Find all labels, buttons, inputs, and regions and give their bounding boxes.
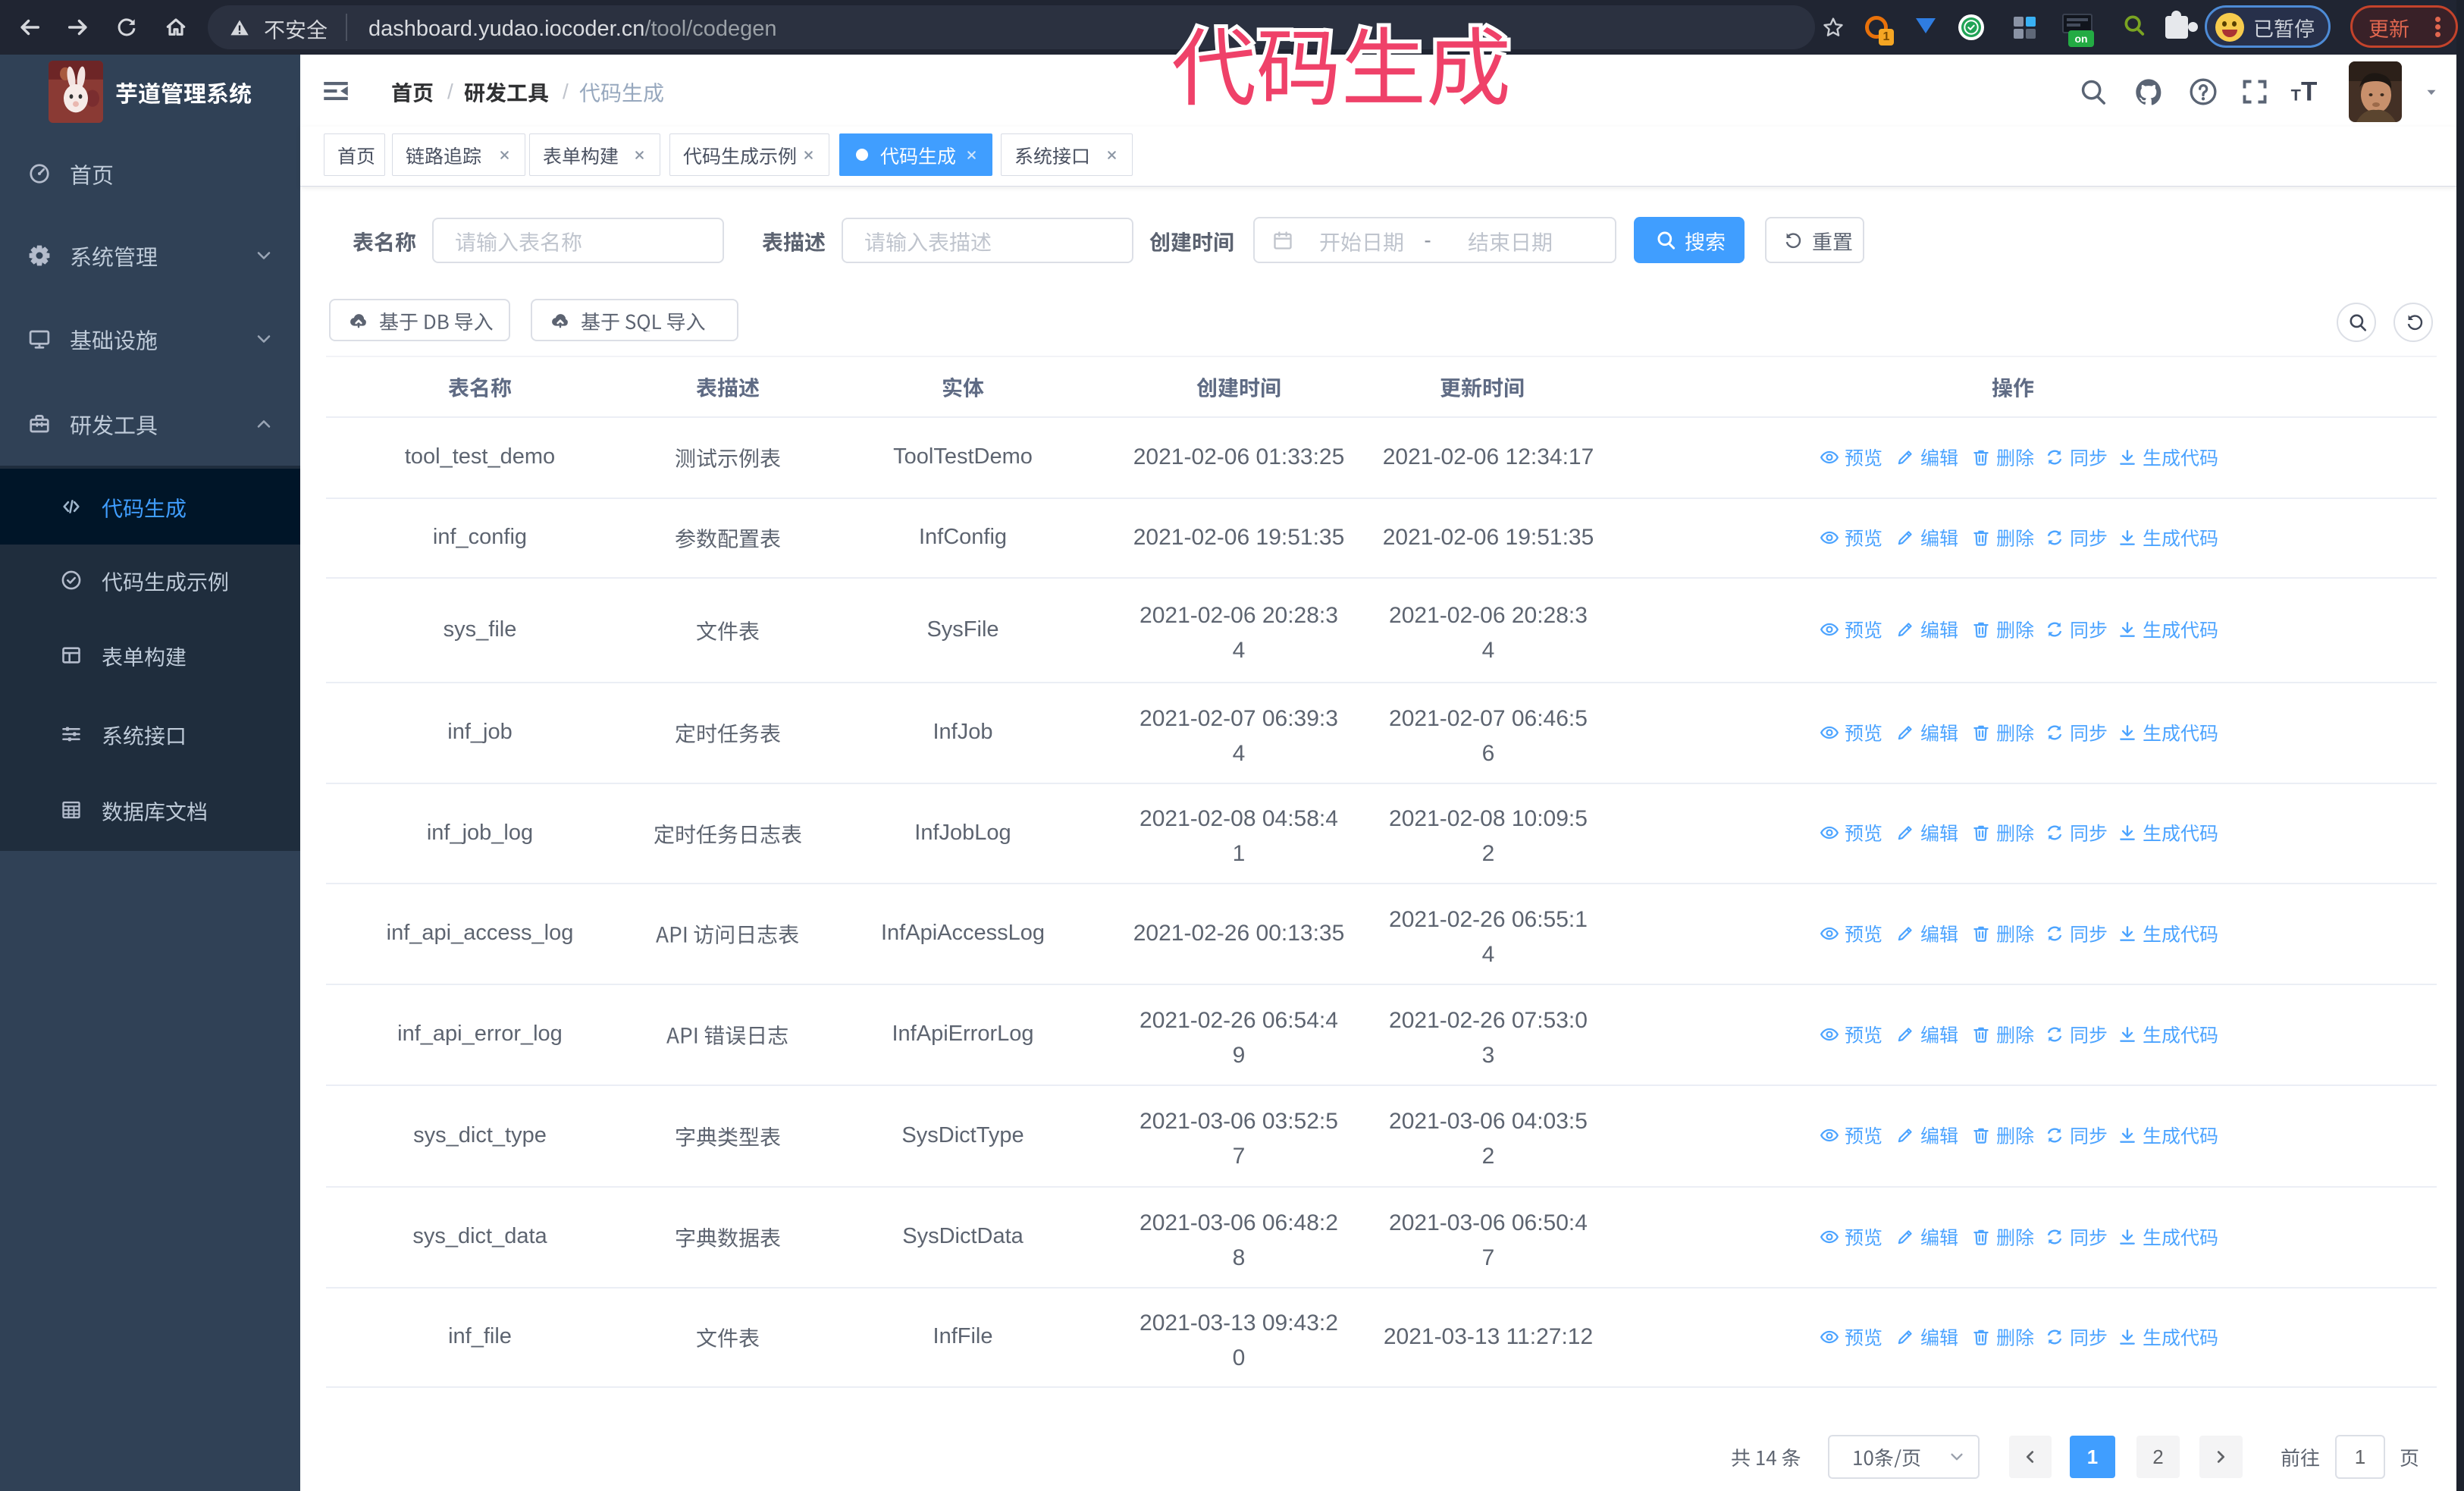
- svg-text:T: T: [2291, 86, 2301, 105]
- svg-text:T: T: [2301, 77, 2317, 107]
